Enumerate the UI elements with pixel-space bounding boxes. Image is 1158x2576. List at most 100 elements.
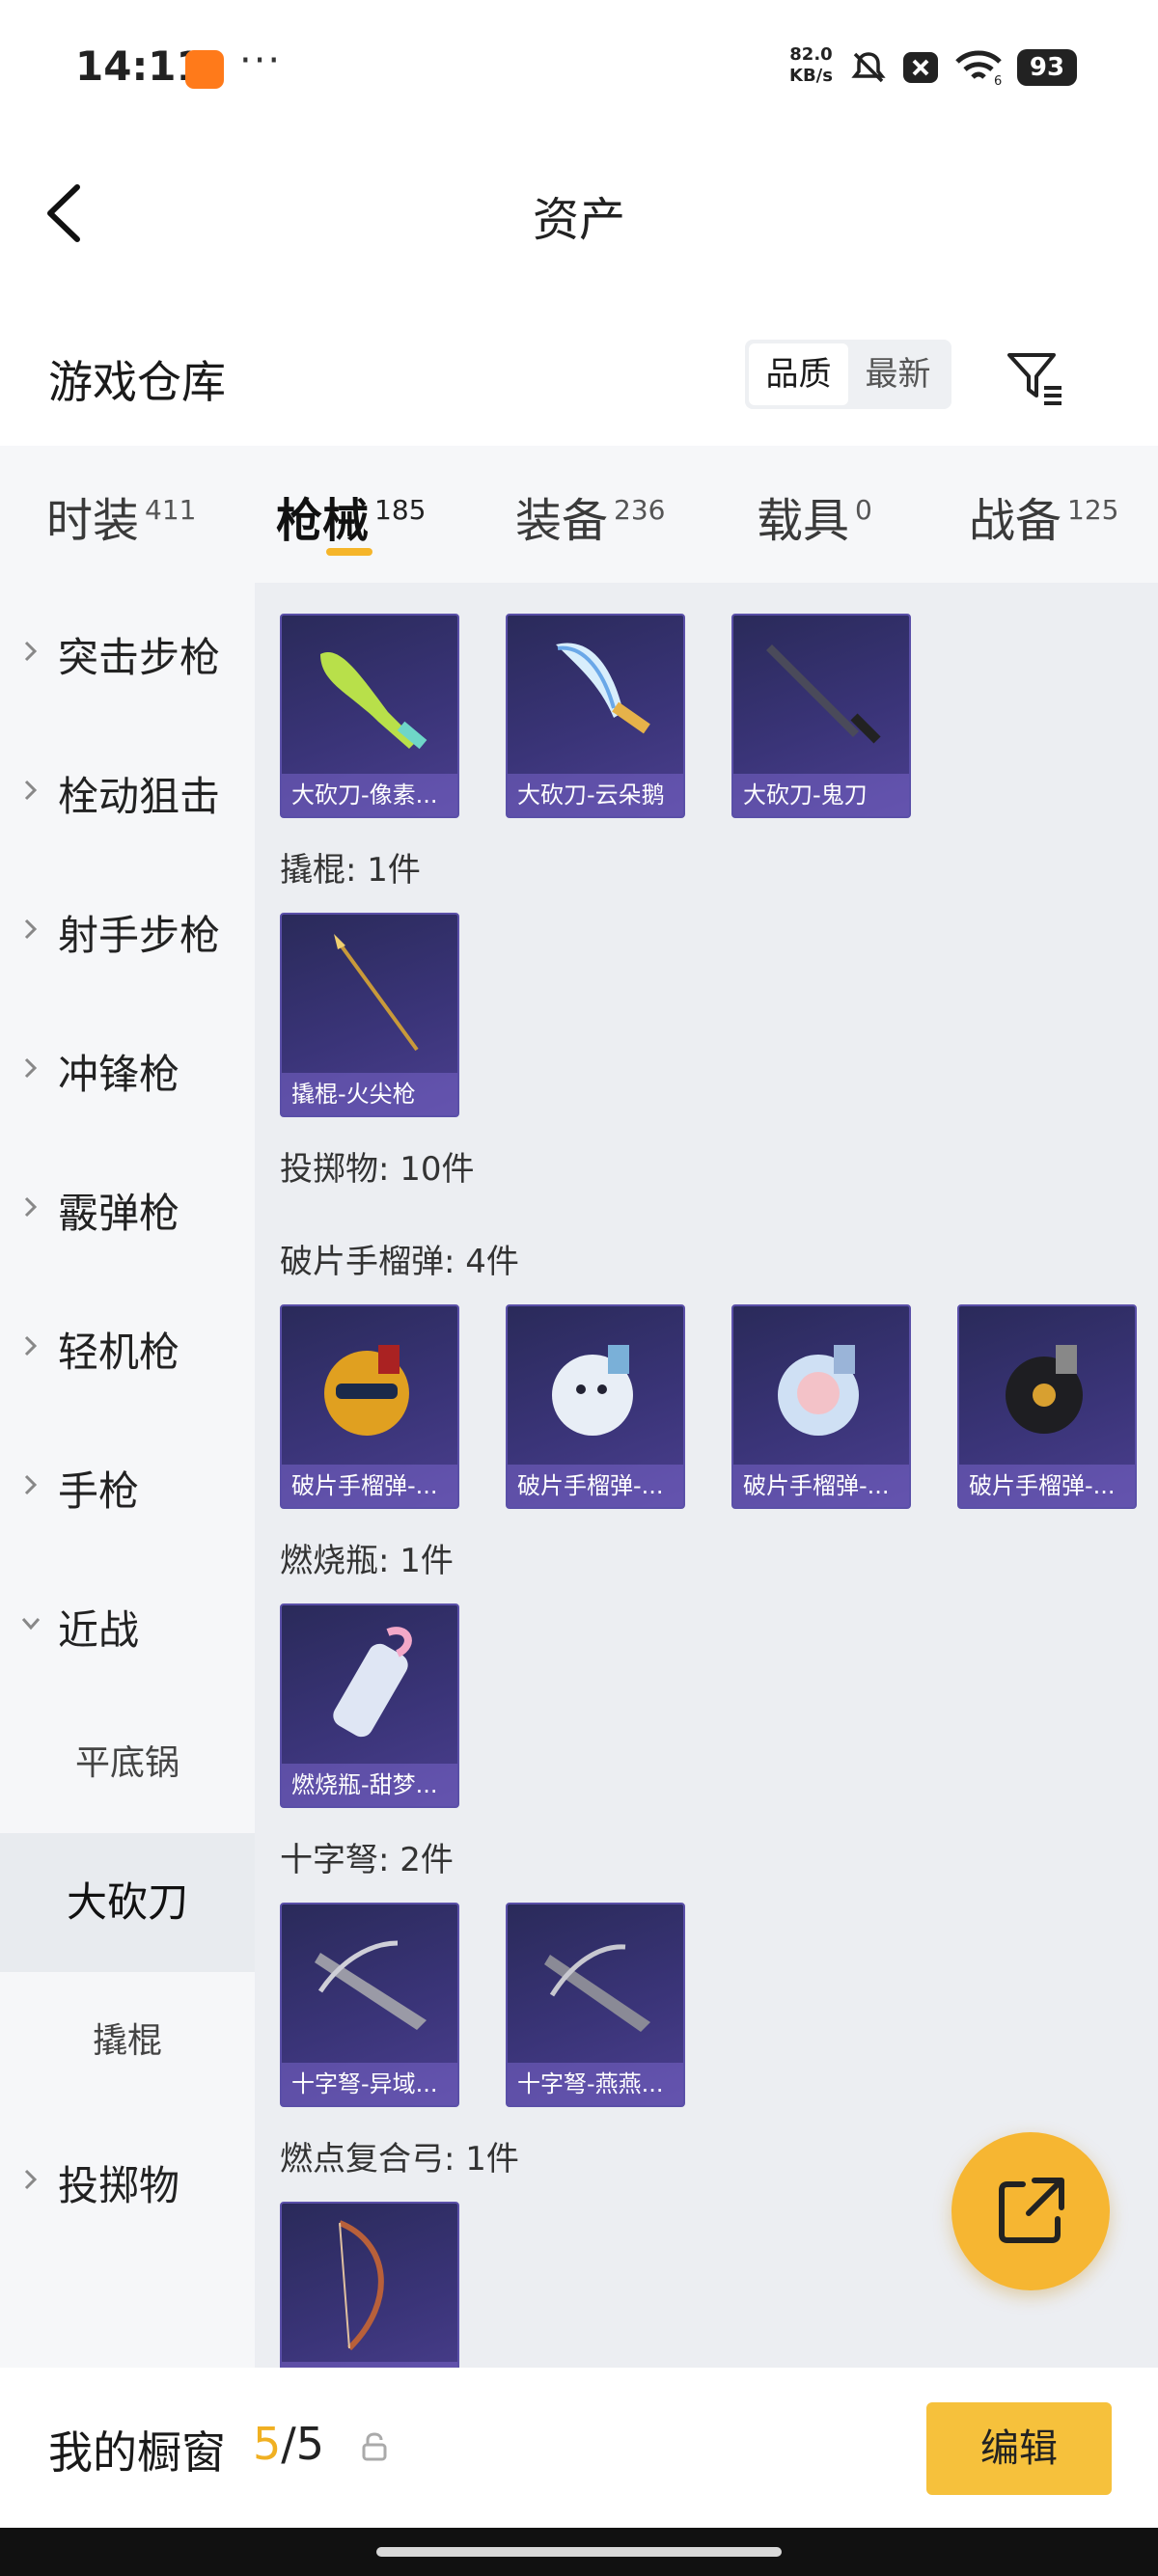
sidebar-item-throwables[interactable]: 投掷物 — [0, 2111, 255, 2250]
item-card[interactable]: 十字弩-异域... — [280, 1903, 459, 2107]
item-card[interactable]: 破片手榴弹-... — [506, 1304, 685, 1509]
sort-by-quality-button[interactable]: 品质 — [749, 343, 848, 405]
sidebar-item-marksman-rifle[interactable]: 射手步枪 — [0, 861, 255, 1000]
sort-by-newest-button[interactable]: 最新 — [848, 343, 948, 405]
item-card[interactable] — [280, 2202, 459, 2368]
molotov-sweet-dream-image — [333, 1627, 412, 1738]
tab-label: 枪械 — [276, 494, 370, 548]
chevron-right-icon — [24, 1474, 38, 1495]
category-tabs: 时装 411 枪械 185 装备 236 载具 0 战备 125 — [0, 446, 1158, 583]
more-notifications-icon: ··· — [239, 39, 283, 83]
item-name: 破片手榴弹-... — [282, 1465, 457, 1507]
share-float-button[interactable] — [951, 2132, 1110, 2290]
sidebar-item-label: 突击步枪 — [58, 634, 221, 681]
tab-count: 411 — [145, 494, 197, 526]
compound-bow-image — [338, 2220, 384, 2351]
crowbar-fire-spear-image — [334, 934, 419, 1052]
item-card[interactable]: 大砍刀-云朵鹅 — [506, 614, 685, 818]
grenade-character-image — [778, 1345, 859, 1436]
item-name: 大砍刀-云朵鹅 — [508, 774, 683, 816]
sidebar-item-label: 近战 — [58, 1606, 140, 1654]
chevron-right-icon — [24, 780, 38, 801]
home-indicator[interactable] — [376, 2547, 782, 2557]
sidebar-subitem-crowbar[interactable]: 撬棍 — [0, 1972, 255, 2111]
item-card[interactable]: 破片手榴弹-... — [731, 1304, 911, 1509]
section-label-throwables: 投掷物: 10件 — [280, 1150, 475, 1189]
edit-button[interactable]: 编辑 — [926, 2402, 1112, 2495]
sidebar-item-pistol[interactable]: 手枪 — [0, 1416, 255, 1555]
sidebar-item-shotgun[interactable]: 霰弹枪 — [0, 1138, 255, 1277]
tab-fashion[interactable]: 时装 411 — [46, 482, 196, 550]
status-bar: 14:11 ··· 82.0 KB/s 6 93 — [0, 0, 1158, 135]
grenade-emoji-image — [324, 1345, 409, 1436]
section-label-crowbar: 撬棍: 1件 — [280, 851, 421, 890]
warehouse-header: 游戏仓库 品质 最新 — [0, 328, 1158, 434]
tab-vehicles[interactable]: 载具 0 — [757, 482, 872, 550]
mute-bell-icon — [851, 52, 886, 83]
item-card[interactable]: 十字弩-燕燕... — [506, 1903, 685, 2107]
showcase-bar: 我的橱窗 5/5 编辑 — [0, 2368, 1158, 2528]
machete-ghost-blade-image — [766, 644, 881, 744]
tab-count: 236 — [614, 494, 666, 526]
sidebar-item-melee[interactable]: 近战 — [0, 1555, 255, 1694]
tab-label: 载具 — [757, 494, 850, 548]
sidebar-item-label: 投掷物 — [58, 2162, 180, 2209]
filter-icon[interactable] — [1004, 345, 1067, 409]
chevron-right-icon — [24, 1057, 38, 1079]
sidebar-item-label: 冲锋枪 — [58, 1051, 180, 1098]
network-speed-unit: KB/s — [789, 66, 833, 86]
showcase-count: 5/5 — [253, 2418, 324, 2470]
item-grid-area: 大砍刀-像素... 大砍刀-云朵鹅 大砍刀-鬼刀 撬棍: 1件 撬棍-火尖枪 投… — [255, 583, 1158, 2368]
item-card[interactable]: 撬棍-火尖枪 — [280, 913, 459, 1117]
tab-count: 185 — [374, 494, 427, 526]
system-nav-bar — [0, 2528, 1158, 2576]
item-name: 破片手榴弹-... — [733, 1465, 909, 1507]
showcase-label: 我的橱窗 — [48, 2426, 226, 2479]
chevron-right-icon — [24, 2169, 38, 2190]
item-name: 破片手榴弹-... — [959, 1465, 1135, 1507]
crossbow-swallow-image — [544, 1944, 650, 2032]
chevron-right-icon — [24, 918, 38, 940]
share-external-icon — [999, 2178, 1064, 2243]
wifi-badge: 6 — [994, 74, 1002, 87]
sidebar-item-lmg[interactable]: 轻机枪 — [0, 1277, 255, 1416]
item-card[interactable]: 破片手榴弹-... — [280, 1304, 459, 1509]
sidebar-item-smg[interactable]: 冲锋枪 — [0, 1000, 255, 1138]
grenade-black-image — [1006, 1345, 1083, 1434]
chevron-right-icon — [24, 1335, 38, 1357]
item-card[interactable]: 大砍刀-像素... — [280, 614, 459, 818]
item-name: 破片手榴弹-... — [508, 1465, 683, 1507]
item-card[interactable]: 大砍刀-鬼刀 — [731, 614, 911, 818]
chevron-right-icon — [24, 1196, 38, 1218]
sidebar-subitem-frying-pan[interactable]: 平底锅 — [0, 1694, 255, 1833]
close-box-icon — [903, 52, 938, 83]
wifi-icon: 6 — [955, 50, 1002, 87]
showcase-total: /5 — [281, 2418, 325, 2470]
tab-label: 装备 — [515, 494, 609, 548]
item-name: 燃烧瓶-甜梦... — [282, 1764, 457, 1806]
tab-count: 0 — [855, 494, 872, 526]
chevron-right-icon — [24, 641, 38, 662]
sidebar-item-label: 射手步枪 — [58, 912, 221, 959]
item-name: 十字弩-异域... — [282, 2063, 457, 2105]
tab-firearms[interactable]: 枪械 185 — [276, 482, 426, 550]
sidebar-item-assault-rifle[interactable]: 突击步枪 — [0, 583, 255, 722]
item-card[interactable]: 破片手榴弹-... — [957, 1304, 1137, 1509]
lock-icon[interactable] — [361, 2431, 388, 2462]
sidebar-subitem-machete[interactable]: 大砍刀 — [0, 1833, 255, 1972]
section-label-crossbow: 十字弩: 2件 — [280, 1841, 454, 1879]
tab-battle-gear[interactable]: 战备 125 — [969, 482, 1118, 550]
crossbow-exotic-image — [315, 1940, 427, 2030]
tab-equipment[interactable]: 装备 236 — [515, 482, 665, 550]
section-label-compound-bow: 燃点复合弓: 1件 — [280, 2140, 519, 2179]
section-label-molotov: 燃烧瓶: 1件 — [280, 1542, 454, 1580]
status-icons: 6 93 — [849, 48, 1077, 87]
sidebar-item-bolt-sniper[interactable]: 栓动狙击 — [0, 722, 255, 861]
section-label-frag-grenade: 破片手榴弹: 4件 — [280, 1243, 519, 1281]
tab-label: 战备 — [969, 494, 1062, 548]
page-title: 资产 — [532, 193, 625, 247]
sidebar-item-label: 轻机枪 — [58, 1329, 180, 1376]
shopping-app-icon — [185, 50, 224, 89]
tab-label: 时装 — [46, 494, 140, 548]
item-card[interactable]: 燃烧瓶-甜梦... — [280, 1603, 459, 1808]
